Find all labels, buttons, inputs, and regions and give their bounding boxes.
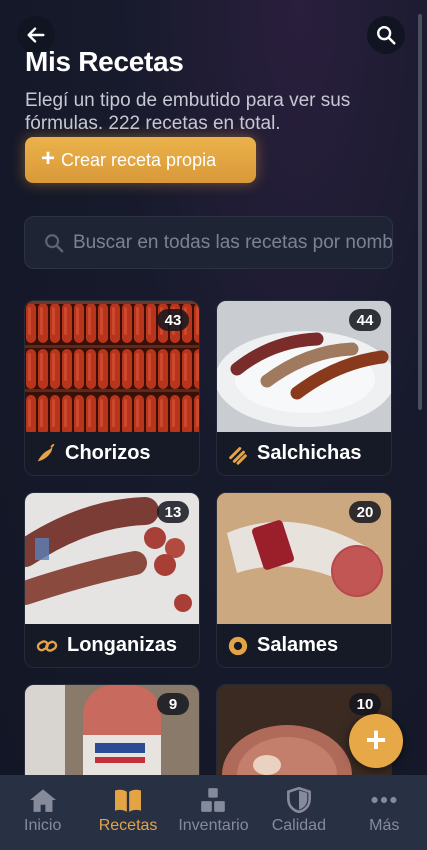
search-field[interactable] [24,216,393,269]
recipe-count-badge: 10 [349,693,381,715]
nav-label: Más [369,817,400,834]
add-recipe-fab[interactable]: + [349,714,403,768]
nav-label: Inicio [24,817,62,834]
chili-pepper-icon [37,443,55,461]
scrollbar[interactable] [418,14,422,410]
category-photo: 13 [25,493,199,624]
boxes-icon [201,788,226,812]
category-name: Salames [257,634,339,656]
search-icon [377,26,396,45]
nav-label: Calidad [271,817,326,834]
category-name: Longanizas [67,634,178,656]
category-photo: 9 [25,685,199,783]
page-subtitle: Elegí un tipo de embutido para ver sus f… [25,90,351,134]
nav-item-inicio[interactable]: Inicio [3,787,83,835]
shield-icon [286,787,311,813]
nav-label: Recetas [98,817,158,834]
page-title: Mis Recetas [25,46,184,77]
create-recipe-button[interactable]: + Crear receta propia [25,137,256,183]
book-icon [115,789,142,812]
category-name: Chorizos [65,442,151,464]
category-name: Salchichas [257,442,362,464]
nav-item-calidad[interactable]: Calidad [259,787,339,835]
home-icon [29,789,56,812]
create-recipe-label: Crear receta propia [61,149,217,170]
chain-link-icon [36,639,58,652]
category-photo: 44 [217,301,391,432]
category-card-salchichas[interactable]: 44 Salchichas [216,300,392,476]
category-photo: 20 [217,493,391,624]
category-card-5[interactable]: 9 [24,684,200,784]
search-button[interactable] [367,16,405,54]
category-card-longanizas[interactable]: 13 Longanizas [24,492,200,668]
bottom-nav: Inicio Recetas Inventario Calidad Más [0,775,427,850]
recipe-count-badge: 44 [349,309,381,331]
nav-item-inventario[interactable]: Inventario [173,787,253,835]
recipe-count-badge: 43 [157,309,189,331]
sausage-links-icon [229,446,247,465]
recipe-count-badge: 13 [157,501,189,523]
search-icon [45,233,64,252]
search-input[interactable] [72,231,392,254]
category-card-salames[interactable]: 20 Salames [216,492,392,668]
recipe-count-badge: 9 [157,693,189,715]
plus-icon: + [365,718,387,760]
category-card-chorizos[interactable]: 43 Chorizos [24,300,200,476]
nav-item-mas[interactable]: Más [344,787,424,835]
nav-label: Inventario [178,817,249,834]
nav-item-recetas[interactable]: Recetas [88,787,168,835]
more-dots-icon [371,796,397,804]
recipe-count-badge: 20 [349,501,381,523]
salami-slice-icon [228,636,248,655]
category-photo: 43 [25,301,199,432]
arrow-left-icon [27,27,45,43]
plus-icon: + [41,145,56,172]
